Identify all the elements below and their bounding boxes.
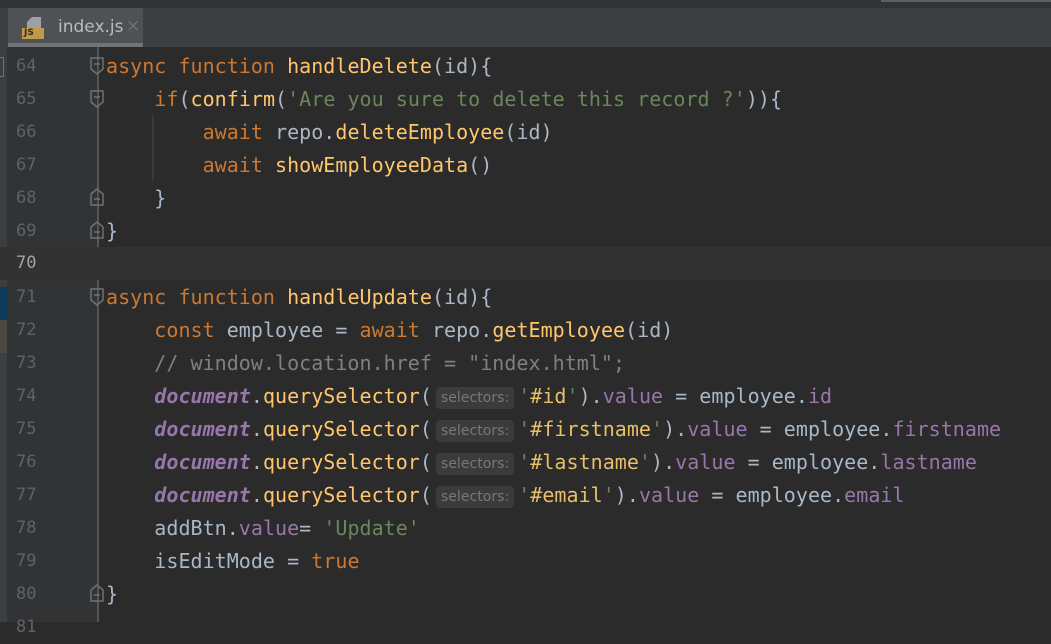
parameter-hint: selectors:: [435, 453, 515, 475]
code-text: isEditMode = true: [154, 549, 360, 573]
code-line-67[interactable]: 67 await showEmployeeData(): [0, 149, 1051, 182]
line-number: 67: [16, 155, 37, 175]
top-accent: [881, 0, 1051, 2]
code-text: }: [106, 582, 119, 606]
editor-tab-bar: JS index.js ×: [0, 7, 1051, 47]
code-text: addBtn.value= 'Update': [154, 516, 420, 540]
parameter-hint: selectors:: [435, 387, 515, 409]
code-text: async function handleUpdate(id){: [106, 285, 493, 309]
line-number: 78: [16, 518, 37, 538]
js-file-icon: JS: [22, 17, 44, 39]
code-line-77[interactable]: 77 document.querySelector(selectors: '#em…: [0, 479, 1051, 512]
fold-close-icon[interactable]: [90, 584, 104, 602]
line-number: 66: [16, 122, 37, 142]
code-text: document.querySelector(selectors: '#lastn…: [154, 450, 977, 475]
code-line-74[interactable]: 74 document.querySelector(selectors: '#id…: [0, 380, 1051, 413]
fold-open-icon[interactable]: [90, 288, 104, 306]
code-line-75[interactable]: 75 document.querySelector(selectors: '#fi…: [0, 413, 1051, 446]
code-text: }: [154, 186, 167, 210]
tab-title: index.js: [58, 17, 124, 37]
window-top-strip: [0, 0, 1051, 7]
code-line-68[interactable]: 68 }: [0, 182, 1051, 215]
line-number: 73: [16, 353, 37, 373]
code-line-71[interactable]: 71 async function handleUpdate(id){: [0, 281, 1051, 314]
code-line-79[interactable]: 79 isEditMode = true: [0, 545, 1051, 578]
code-text: // window.location.href = "index.html";: [154, 351, 626, 375]
code-line-66[interactable]: 66 await repo.deleteEmployee(id): [0, 116, 1051, 149]
code-line-73[interactable]: 73 // window.location.href = "index.html…: [0, 347, 1051, 380]
code-text: document.querySelector(selectors: '#id').…: [154, 384, 833, 409]
code-line-78[interactable]: 78 addBtn.value= 'Update': [0, 512, 1051, 545]
line-number: 72: [16, 320, 37, 340]
fold-close-icon[interactable]: [90, 221, 104, 239]
close-tab-icon[interactable]: ×: [126, 16, 140, 36]
code-text: }: [106, 219, 119, 243]
indent-guide: [152, 115, 154, 181]
code-text: const employee = await repo.getEmployee(…: [154, 318, 674, 342]
file-page-icon: [27, 17, 41, 28]
code-line-70-current[interactable]: 70: [0, 247, 1051, 280]
tab-index-js[interactable]: JS index.js ×: [8, 8, 143, 47]
line-number: 80: [16, 584, 37, 604]
js-badge: JS: [22, 28, 44, 39]
code-text: document.querySelector(selectors: '#email…: [154, 483, 905, 508]
line-number: 71: [16, 287, 37, 307]
code-text: await showEmployeeData(): [202, 153, 493, 177]
code-line-64[interactable]: 64 async function handleDelete(id){: [0, 50, 1051, 83]
line-number: 68: [16, 188, 37, 208]
line-number: 81: [16, 617, 37, 637]
code-line-72[interactable]: 72 const employee = await repo.getEmploy…: [0, 314, 1051, 347]
parameter-hint: selectors:: [435, 420, 515, 442]
code-line-69[interactable]: 69 }: [0, 215, 1051, 248]
line-number: 65: [16, 89, 37, 109]
fold-open-icon[interactable]: [90, 90, 104, 108]
line-number: 70: [16, 253, 37, 273]
code-text: if(confirm('Are you sure to delete this …: [154, 87, 783, 111]
code-line-81[interactable]: 81: [0, 611, 1051, 644]
line-number: 76: [16, 452, 37, 472]
fold-close-icon[interactable]: [90, 188, 104, 206]
code-text: async function handleDelete(id){: [106, 54, 493, 78]
line-number: 69: [16, 221, 37, 241]
fold-open-icon[interactable]: [90, 57, 104, 75]
code-line-76[interactable]: 76 document.querySelector(selectors: '#la…: [0, 446, 1051, 479]
line-number: 64: [16, 56, 37, 76]
code-line-80[interactable]: 80 }: [0, 578, 1051, 611]
code-text: await repo.deleteEmployee(id): [202, 120, 553, 144]
line-number: 79: [16, 551, 37, 571]
code-line-65[interactable]: 65 if(confirm('Are you sure to delete th…: [0, 83, 1051, 116]
line-number: 75: [16, 419, 37, 439]
line-number: 74: [16, 386, 37, 406]
parameter-hint: selectors:: [435, 486, 515, 508]
code-text: document.querySelector(selectors: '#first…: [154, 417, 1002, 442]
line-number: 77: [16, 485, 37, 505]
